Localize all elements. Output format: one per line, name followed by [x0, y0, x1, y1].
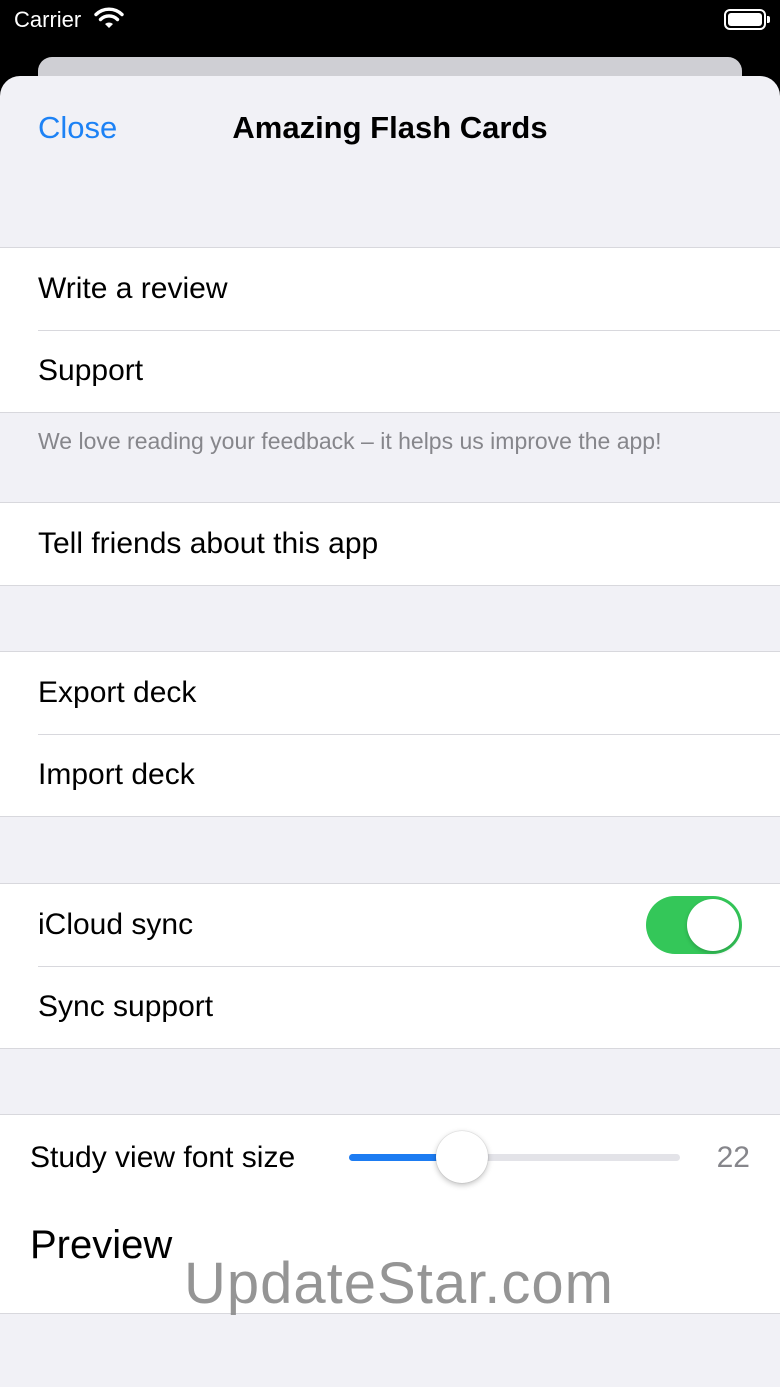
settings-sheet: Close Amazing Flash Cards Write a review… [0, 76, 780, 1387]
toggle-knob [687, 899, 739, 951]
export-deck-row[interactable]: Export deck [0, 652, 780, 734]
icloud-sync-toggle[interactable] [646, 896, 742, 954]
feedback-footer: We love reading your feedback – it helps… [38, 428, 662, 454]
wifi-icon [94, 7, 124, 28]
tell-friends-row[interactable]: Tell friends about this app [0, 503, 780, 585]
carrier-label: Carrier [14, 7, 82, 32]
import-deck-row[interactable]: Import deck [0, 734, 780, 816]
font-size-label: Study view font size [30, 1141, 296, 1174]
nav-bar: Close Amazing Flash Cards [0, 76, 780, 186]
sync-support-row[interactable]: Sync support [0, 966, 780, 1048]
sync-group: iCloud sync Sync support [0, 883, 780, 1049]
row-label: Import deck [38, 758, 195, 791]
font-size-slider[interactable] [349, 1131, 680, 1183]
support-row[interactable]: Support [0, 330, 780, 412]
write-review-row[interactable]: Write a review [0, 248, 780, 330]
preview-text: Preview [30, 1223, 173, 1267]
share-group: Tell friends about this app [0, 502, 780, 586]
watermark: UpdateStar.com [184, 1251, 614, 1316]
row-label: Export deck [38, 676, 197, 709]
font-size-row: Study view font size 22 [0, 1115, 780, 1201]
feedback-group: Write a review Support [0, 247, 780, 413]
row-label: Sync support [38, 990, 214, 1023]
battery-icon [724, 9, 770, 30]
status-bar: Carrier [0, 0, 780, 56]
font-size-value: 22 [716, 1141, 750, 1174]
row-label: Tell friends about this app [38, 527, 379, 560]
page-title: Amazing Flash Cards [232, 110, 548, 145]
icloud-sync-row: iCloud sync [0, 884, 780, 966]
slider-thumb[interactable] [436, 1131, 488, 1183]
row-label: Support [38, 354, 144, 387]
deck-group: Export deck Import deck [0, 651, 780, 817]
row-label: iCloud sync [38, 908, 194, 941]
row-label: Write a review [38, 272, 228, 305]
